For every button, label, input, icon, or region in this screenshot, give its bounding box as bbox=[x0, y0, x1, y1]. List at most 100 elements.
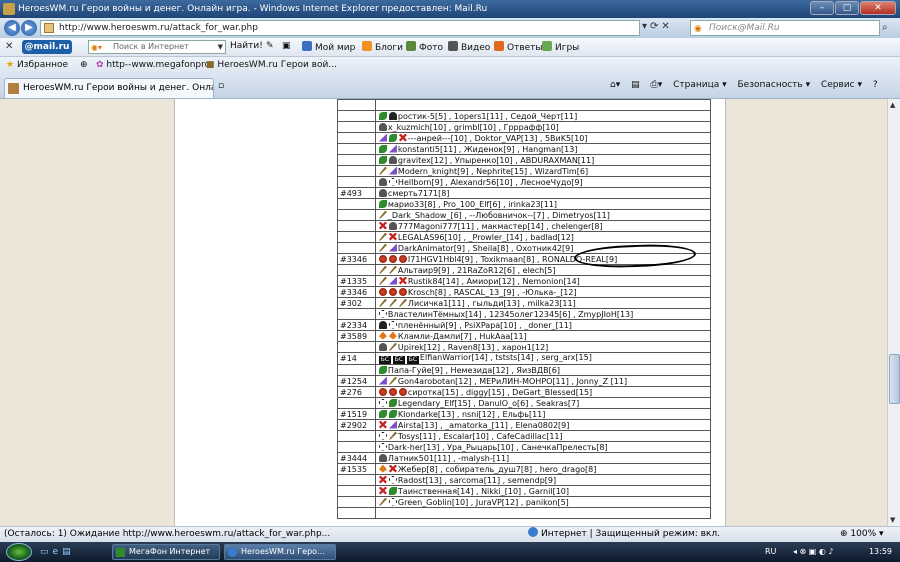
maximize-button[interactable]: ▢ bbox=[835, 1, 859, 15]
player-names[interactable]: Папа-Гуйе[9] , Немезида[12] , ЯизВДВ[6] bbox=[388, 366, 560, 375]
player-names[interactable]: Legendary_Elf[15] , DanulO_o[6] , Seakra… bbox=[398, 399, 579, 408]
battle-id[interactable]: #1335 bbox=[337, 275, 376, 287]
mailbar-item-blogs[interactable]: Блоги bbox=[362, 41, 403, 53]
menu-service[interactable]: Сервис ▾ bbox=[821, 80, 862, 90]
player-names[interactable]: Кламли-Дамли[7] , HukAaa[11] bbox=[398, 332, 527, 341]
mail-logo[interactable]: @mail.ru bbox=[22, 40, 72, 54]
battle-id[interactable]: #493 bbox=[337, 187, 376, 199]
menu-page[interactable]: Страница ▾ bbox=[673, 80, 727, 90]
battle-id[interactable] bbox=[337, 165, 376, 177]
player-names[interactable]: Жебер[8] , собиратель_душ7[8] , hero_dra… bbox=[398, 465, 596, 474]
battle-id[interactable] bbox=[337, 176, 376, 188]
player-names[interactable]: ростик-5[5] , 1opers1[11] , Седой_Черт[1… bbox=[398, 112, 577, 121]
ie-icon[interactable]: e bbox=[53, 547, 63, 557]
battle-id[interactable] bbox=[337, 154, 376, 166]
battle-id[interactable] bbox=[337, 496, 376, 508]
player-names[interactable]: смерть7171[8] bbox=[388, 189, 450, 198]
back-icon[interactable]: ◀ bbox=[4, 20, 20, 36]
battle-id[interactable]: #1254 bbox=[337, 375, 376, 387]
battle-id[interactable] bbox=[337, 99, 376, 111]
player-names[interactable]: ---aнрей---[10] , Doktor_VAP[13] , 5BиK5… bbox=[408, 134, 588, 143]
player-names[interactable]: Dark-her[13] , Ура_Рыцарь[10] , СанечкаП… bbox=[388, 443, 608, 452]
player-names[interactable]: _Dark_Shadow_[6] , --Любовничок--[7] , D… bbox=[388, 211, 610, 220]
battle-id[interactable] bbox=[337, 132, 376, 144]
scroll-up-icon[interactable]: ▲ bbox=[890, 101, 895, 109]
battle-id[interactable]: #3444 bbox=[337, 452, 376, 464]
player-names[interactable]: марио33[8] , Pro_100_Elf[6] , irinka23[1… bbox=[388, 200, 557, 209]
player-names[interactable]: LEGALAS96[10] , _Prowler_[14] , badlad[1… bbox=[398, 233, 574, 242]
battle-id[interactable] bbox=[337, 264, 376, 276]
dropdown-icon[interactable]: ▾ bbox=[642, 21, 650, 32]
player-names[interactable]: Klondarke[13] , nsni[12] , Ельфь[11] bbox=[398, 410, 545, 419]
player-names[interactable]: Альтаир9[9] , 21RaZoR12[6] , elech[5] bbox=[398, 266, 556, 275]
forward-icon[interactable]: ▶ bbox=[21, 20, 37, 36]
battle-id[interactable]: #3346 bbox=[337, 286, 376, 298]
help-icon[interactable]: ? bbox=[873, 80, 878, 90]
battle-id[interactable]: #2334 bbox=[337, 319, 376, 331]
search-mail-input[interactable]: ◉ Поиск@Mail.Ru bbox=[690, 20, 880, 36]
player-names[interactable]: Green_Goblin[10] , JuraVP[12] , panikon[… bbox=[398, 498, 569, 507]
home-icon[interactable]: ⌂▾ bbox=[610, 80, 620, 90]
battle-id[interactable]: #3346 bbox=[337, 253, 376, 265]
player-names[interactable]: Hellborn[9] , Alexandr56[10] , ЛесноеЧуд… bbox=[398, 178, 583, 187]
taskbar-item-heroeswm[interactable]: HeroesWM.ru Геро... bbox=[224, 544, 336, 560]
new-tab-icon[interactable]: ▫ bbox=[218, 81, 224, 91]
battle-id[interactable] bbox=[337, 110, 376, 122]
battle-id[interactable] bbox=[337, 198, 376, 210]
player-names[interactable]: Krosch[8] , RASCAL_13_[9] , -Юлька-_[12] bbox=[408, 288, 577, 297]
battle-id[interactable]: #3589 bbox=[337, 330, 376, 342]
player-names[interactable]: ElfianWarrior[14] , tststs[14] , serg_ar… bbox=[420, 354, 592, 363]
battle-id[interactable] bbox=[337, 507, 376, 519]
player-names[interactable]: Rustik84[14] , Амиори[12] , Nemonion[14] bbox=[408, 277, 580, 286]
player-names[interactable]: Лисичка1[11] , гыльди[13] , milka23[11] bbox=[408, 299, 576, 308]
battle-id[interactable] bbox=[337, 220, 376, 232]
battle-id[interactable] bbox=[337, 308, 376, 320]
stop-icon[interactable]: ✕ bbox=[661, 21, 672, 32]
mailbar-item-photo[interactable]: Фото bbox=[406, 41, 443, 53]
battle-id[interactable]: #2902 bbox=[337, 419, 376, 431]
battle-id[interactable] bbox=[337, 474, 376, 486]
address-bar[interactable]: http://www.heroeswm.ru/attack_for_war.ph… bbox=[40, 20, 640, 36]
pencil-icon[interactable]: ✎ bbox=[266, 41, 274, 51]
favorite-link-heroeswm[interactable]: ■ HeroesWM.ru Герои вой... bbox=[206, 60, 337, 70]
battle-id[interactable]: #1535 bbox=[337, 463, 376, 475]
player-names[interactable]: Tosys[11] , Escalar[10] , CafeCadillac[1… bbox=[398, 432, 563, 441]
folder-icon[interactable]: ▤ bbox=[62, 547, 75, 557]
battle-id[interactable]: #302 bbox=[337, 297, 376, 309]
battle-id[interactable] bbox=[337, 430, 376, 442]
player-names[interactable]: Латник501[11] , -malysh-[11] bbox=[388, 454, 509, 463]
player-names[interactable]: ВластелинТёмных[14] , 12345олег12345[6] … bbox=[388, 310, 633, 319]
battle-id[interactable] bbox=[337, 441, 376, 453]
tray-icons[interactable]: ◂ ⊗ ▣ ◐ ♪ bbox=[793, 547, 834, 556]
scroll-thumb[interactable] bbox=[889, 354, 900, 404]
print-icon[interactable]: ⎙▾ bbox=[651, 80, 663, 90]
mailbar-item-games[interactable]: Игры bbox=[542, 41, 579, 53]
taskbar-item-megafon[interactable]: МегаФон Интернет bbox=[112, 544, 220, 560]
start-button[interactable] bbox=[6, 543, 32, 561]
battle-id[interactable] bbox=[337, 397, 376, 409]
favorites-button[interactable]: ★ Избранное bbox=[6, 60, 68, 70]
player-names[interactable]: пленённый[9] , PsiXPapa[10] , _doner_[11… bbox=[398, 321, 572, 330]
battle-id[interactable] bbox=[337, 242, 376, 254]
mailbar-item-answers[interactable]: Ответы bbox=[494, 41, 543, 53]
refresh-icon[interactable]: ⟳ bbox=[650, 21, 661, 32]
desktop-icon[interactable]: ▭ bbox=[40, 547, 53, 557]
battle-id[interactable] bbox=[337, 121, 376, 133]
battle-id[interactable] bbox=[337, 341, 376, 353]
copy-icon[interactable]: ▣ bbox=[282, 41, 291, 51]
battle-id[interactable] bbox=[337, 143, 376, 155]
battle-id[interactable]: #276 bbox=[337, 386, 376, 398]
mail-search-input[interactable]: ◉▾ Поиск в Интернет ▼ bbox=[88, 40, 226, 54]
minimize-button[interactable]: – bbox=[810, 1, 834, 15]
tab-heroeswm[interactable]: HeroesWM.ru Герои войны и денег. Онлайн … bbox=[4, 78, 214, 98]
search-go-icon[interactable]: ⌕ bbox=[882, 22, 888, 33]
chevron-down-icon[interactable]: ▼ bbox=[218, 41, 223, 53]
player-names[interactable]: gravitex[12] , Упыренко[10] , ABDURAXMAN… bbox=[398, 156, 594, 165]
menu-safety[interactable]: Безопасность ▾ bbox=[737, 80, 810, 90]
mailbar-item-my-world[interactable]: Мой мир bbox=[302, 41, 355, 53]
player-names[interactable]: konstanti5[11] , Жиденок[9] , Hangman[13… bbox=[398, 145, 578, 154]
favorites-add-icon[interactable]: ⊕ bbox=[80, 60, 88, 70]
language-indicator[interactable]: RU bbox=[765, 547, 776, 556]
battle-id[interactable] bbox=[337, 231, 376, 243]
player-names[interactable]: Upirek[12] , Raven8[13] , харон1[12] bbox=[398, 343, 548, 352]
